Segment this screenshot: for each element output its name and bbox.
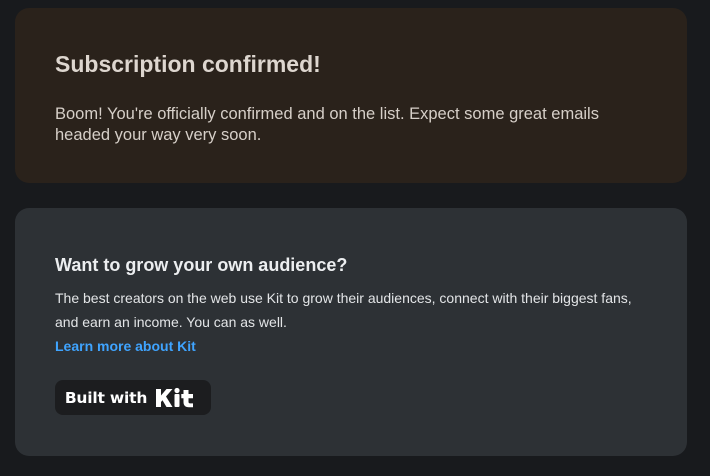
learn-more-link[interactable]: Learn more about Kit — [55, 334, 196, 358]
confirmation-message: Boom! You're officially confirmed and on… — [55, 105, 599, 144]
kit-logo-icon — [156, 387, 194, 407]
confirmation-card: Subscription confirmed! Boom! You're off… — [15, 8, 687, 183]
built-with-kit-badge[interactable]: Built with — [55, 380, 211, 415]
promo-card: Want to grow your own audience? The best… — [15, 208, 687, 456]
promo-title: Want to grow your own audience? — [55, 255, 348, 275]
promo-description: The best creators on the web use Kit to … — [55, 290, 632, 330]
badge-label: Built with — [64, 388, 148, 407]
confirmation-title: Subscription confirmed! — [55, 51, 321, 77]
